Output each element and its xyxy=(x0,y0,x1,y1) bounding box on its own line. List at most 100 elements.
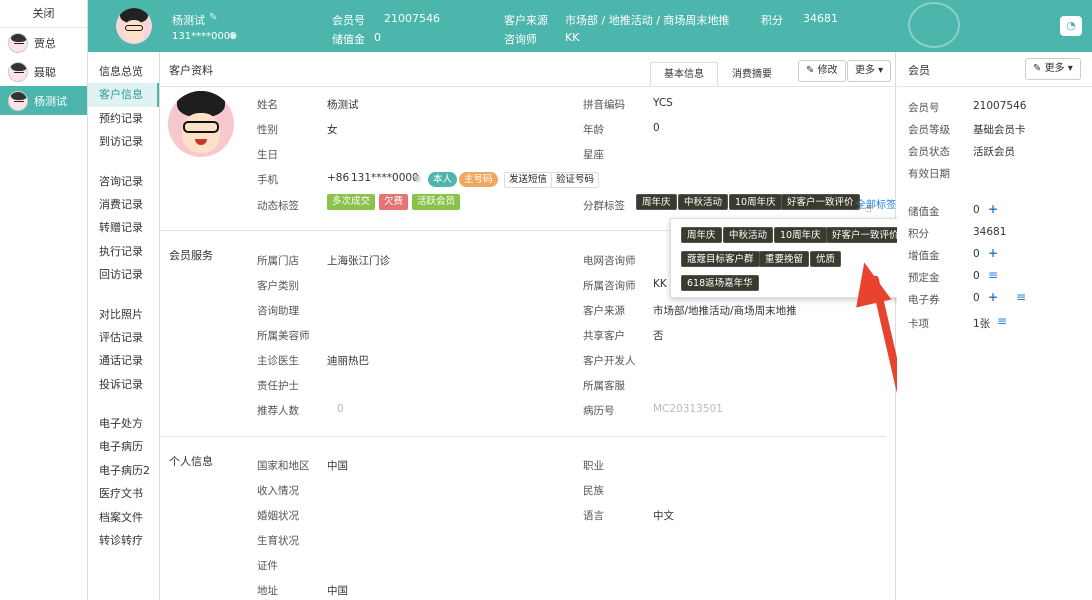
nav-archives[interactable]: 档案文件 xyxy=(88,506,159,529)
nav-emr2[interactable]: 电子病历2 xyxy=(88,459,159,482)
income-label: 收入情况 xyxy=(257,485,299,497)
eye-icon[interactable]: ◉ xyxy=(412,172,421,184)
avatar xyxy=(116,8,152,44)
nav-referral[interactable]: 转诊转疗 xyxy=(88,529,159,552)
list-icon[interactable]: ≡ xyxy=(988,268,998,282)
member-more-button[interactable]: ✎ 更多 ▾ xyxy=(1025,58,1081,80)
edit-icon[interactable]: ✎ xyxy=(209,12,217,23)
address-label: 地址 xyxy=(257,585,278,597)
stored-label: 储值金 xyxy=(332,33,365,46)
nav-transfer[interactable]: 转赠记录 xyxy=(88,216,159,239)
nav-appointments[interactable]: 预约记录 xyxy=(88,107,159,130)
nav-emr[interactable]: 电子病历 xyxy=(88,435,159,458)
shared-label: 共享客户 xyxy=(583,330,625,342)
phone-code: +86 xyxy=(327,172,350,184)
more-button[interactable]: 更多 ▾ xyxy=(847,60,892,82)
birthday-label: 生日 xyxy=(257,149,278,161)
points-label: 积分 xyxy=(761,14,783,27)
referrals-label: 推荐人数 xyxy=(257,405,299,417)
nav-consult[interactable]: 咨询记录 xyxy=(88,170,159,193)
bonus-label: 增值金 xyxy=(908,250,940,262)
consultant-value: KK xyxy=(653,278,667,290)
name-label: 姓名 xyxy=(257,99,278,111)
popup-tag[interactable]: 重要挽留 xyxy=(759,251,810,267)
nav-evaluation[interactable]: 评估记录 xyxy=(88,326,159,349)
plus-icon[interactable]: + xyxy=(988,202,998,216)
nav-overview[interactable]: 信息总览 xyxy=(88,60,159,83)
seal-watermark xyxy=(908,2,960,48)
record-no-label: 病历号 xyxy=(583,405,615,417)
dynamic-tag: 多次成交 xyxy=(327,194,376,210)
avatar xyxy=(8,90,28,111)
hand-cursor-icon: ☝ xyxy=(865,202,872,215)
region-value: 中国 xyxy=(327,460,348,472)
member-no-label: 会员号 xyxy=(908,102,940,114)
session-item[interactable]: 贾总 xyxy=(0,28,87,57)
expiry-label: 有效日期 xyxy=(908,168,950,180)
tab-consume-summary[interactable]: 消费摘要 xyxy=(718,62,786,86)
level-label: 会员等级 xyxy=(908,124,950,136)
doctor-value: 迪丽热巴 xyxy=(327,355,369,367)
marital-label: 婚姻状况 xyxy=(257,510,299,522)
nav-visits[interactable]: 到访记录 xyxy=(88,130,159,153)
source-value: 市场部 / 地推活动 / 商场周末地推 xyxy=(565,14,730,27)
tab-basic-info[interactable]: 基本信息 xyxy=(650,62,718,86)
all-tags-link[interactable]: 全部标签 xyxy=(856,196,896,211)
plus-icon[interactable]: + xyxy=(988,246,998,260)
nav-consume[interactable]: 消费记录 xyxy=(88,193,159,216)
phone-value: 131****0000 xyxy=(351,172,419,184)
doctor-label: 主诊医生 xyxy=(257,355,299,367)
nav-photos[interactable]: 对比照片 xyxy=(88,303,159,326)
nav-customer-info[interactable]: 客户信息 xyxy=(88,83,159,107)
source-label: 客户来源 xyxy=(504,14,548,27)
popup-tag[interactable]: 好客户一致评价 xyxy=(826,227,905,243)
edit-button[interactable]: ✎ 修改 xyxy=(798,60,846,82)
eye-icon[interactable]: ◉ xyxy=(229,31,237,41)
nav-prescription[interactable]: 电子处方 xyxy=(88,412,159,435)
popup-tag[interactable]: 蔻蔻目标客户群 xyxy=(681,251,760,267)
phone-label: 手机 xyxy=(257,174,278,186)
popup-tag[interactable]: 周年庆 xyxy=(681,227,722,243)
session-item[interactable]: 聂聪 xyxy=(0,57,87,86)
popup-tag[interactable]: 10周年庆 xyxy=(774,227,827,243)
pinyin-label: 拼音编码 xyxy=(583,99,625,111)
list-icon[interactable]: ≡ xyxy=(997,314,1007,328)
pencil-icon: ✎ xyxy=(1033,63,1045,74)
consultant-value: KK xyxy=(565,31,580,44)
dynamic-tag: 活跃会员 xyxy=(412,194,461,210)
nav-complaints[interactable]: 投诉记录 xyxy=(88,373,159,396)
nav-execute[interactable]: 执行记录 xyxy=(88,240,159,263)
list-icon[interactable]: ≡ xyxy=(1016,290,1026,304)
group-tag: 好客户一致评价 xyxy=(781,194,860,210)
wechat-icon[interactable]: ◔ xyxy=(1060,16,1082,36)
card-value: 1张 xyxy=(973,318,991,330)
avatar[interactable] xyxy=(168,91,234,157)
popup-tag[interactable]: 618返场嘉年华 xyxy=(681,275,759,291)
nav-calls[interactable]: 通话记录 xyxy=(88,349,159,372)
caret-down-icon: ▾ xyxy=(1064,63,1073,74)
group-tags-label: 分群标签 xyxy=(583,200,625,212)
group-tag: 中秋活动 xyxy=(678,194,729,210)
nav-followup[interactable]: 回访记录 xyxy=(88,263,159,286)
customer-type-label: 客户类别 xyxy=(257,280,299,292)
send-sms-button[interactable]: 发送短信 xyxy=(504,172,553,188)
popup-tag[interactable]: 中秋活动 xyxy=(723,227,774,243)
close-button[interactable]: 关闭 xyxy=(0,0,87,28)
consultant-label: 咨询师 xyxy=(504,33,537,46)
bonus-value: 0 xyxy=(973,248,980,260)
store-label: 所属门店 xyxy=(257,255,299,267)
card-label: 卡项 xyxy=(908,318,929,330)
popup-tag[interactable]: 优质 xyxy=(810,251,842,267)
consultant-label: 所属咨询师 xyxy=(583,280,636,292)
member-no-value: 21007546 xyxy=(973,100,1027,112)
session-item-active[interactable]: 杨测试 xyxy=(0,86,87,115)
verify-number-button[interactable]: 验证号码 xyxy=(551,172,600,188)
nurse-label: 责任护士 xyxy=(257,380,299,392)
pinyin-value: YCS xyxy=(653,97,673,109)
group-tag: 10周年庆 xyxy=(729,194,782,210)
nav-medical-docs[interactable]: 医疗文书 xyxy=(88,482,159,505)
deposit-label: 预定金 xyxy=(908,272,940,284)
source-value: 市场部/地推活动/商场周末地推 xyxy=(653,305,797,317)
plus-icon[interactable]: + xyxy=(988,290,998,304)
dynamic-tags-label: 动态标签 xyxy=(257,200,299,212)
